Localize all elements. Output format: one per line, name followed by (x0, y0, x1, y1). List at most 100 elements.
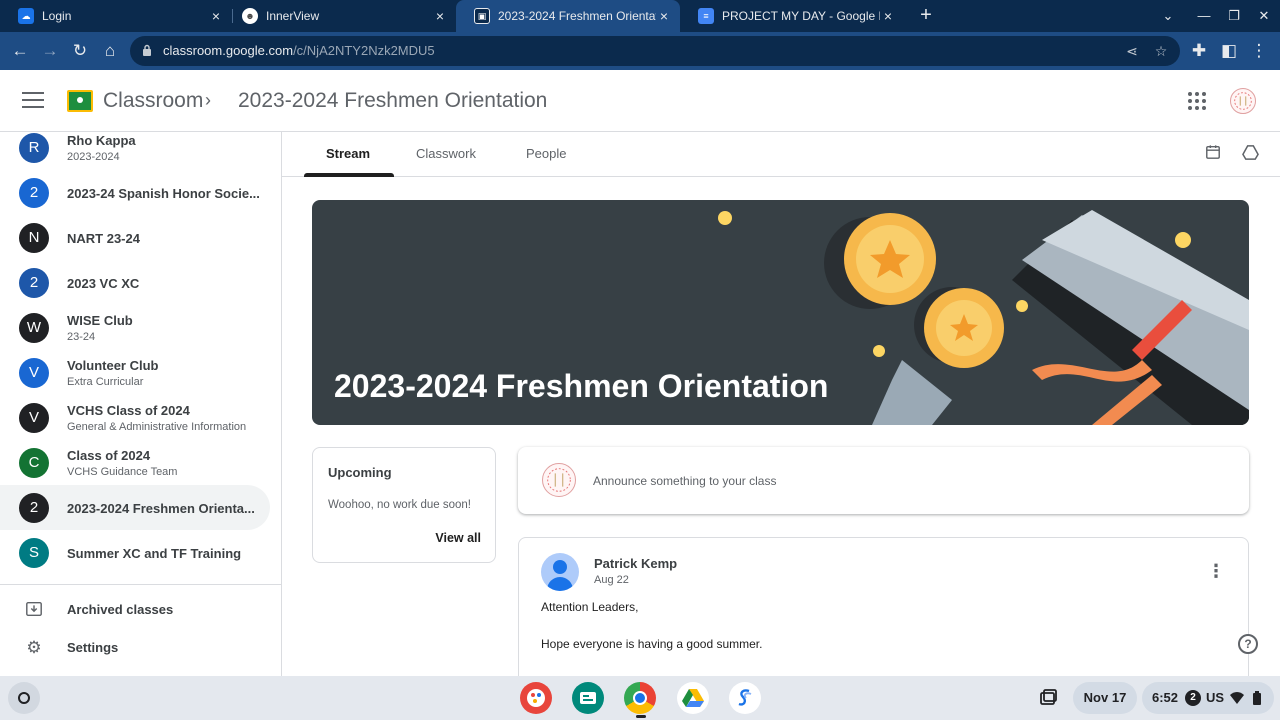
avatar-image (1234, 92, 1252, 110)
announce-placeholder[interactable]: Announce something to your class (593, 474, 776, 488)
close-icon[interactable]: × (208, 8, 224, 24)
tab-classwork[interactable]: Classwork (416, 146, 476, 161)
class-initial-avatar: V (19, 358, 49, 388)
address-bar[interactable]: classroom.google.com/c/NjA2NTY2Nzk2MDU5 … (130, 36, 1180, 66)
new-tab-button[interactable]: + (914, 4, 938, 28)
google-drive-icon[interactable] (677, 682, 709, 714)
sidebar-item-settings[interactable]: ⚙ Settings (0, 629, 281, 667)
forward-icon[interactable]: → (37, 38, 63, 64)
side-panel-icon[interactable]: ◧ (1216, 38, 1242, 64)
status-tray[interactable]: 6:52 2 US (1142, 682, 1274, 714)
tab-search-chevron-icon[interactable]: ⌄ (1152, 0, 1184, 32)
notification-count-badge: 2 (1185, 690, 1201, 706)
tab-title: InnerView (266, 9, 320, 23)
archived-classes-label: Archived classes (67, 602, 174, 617)
class-name: 2023-2024 Freshmen Orienta... (67, 501, 255, 516)
post-author: Patrick Kemp (594, 556, 678, 571)
tab-people[interactable]: People (526, 146, 566, 161)
classroom-app-icon[interactable] (572, 682, 604, 714)
cloud-icon: ☁ (18, 8, 34, 24)
tab-stream[interactable]: Stream (326, 146, 370, 161)
sidebar-class-freshmen-orientation[interactable]: 2 2023-2024 Freshmen Orienta... (0, 485, 270, 530)
minimize-icon[interactable]: — (1188, 0, 1220, 32)
post-body-line: Attention Leaders, (541, 600, 639, 614)
launcher-icon[interactable] (8, 682, 40, 714)
more-options-icon[interactable]: ⋮ (1206, 562, 1226, 582)
archive-icon (24, 600, 44, 620)
browser-menu-icon[interactable]: ⋮ (1246, 38, 1272, 64)
battery-icon (1253, 691, 1261, 705)
bookmark-star-icon[interactable]: ☆ (1150, 40, 1172, 62)
back-icon[interactable]: ← (7, 38, 33, 64)
sidebar: R Rho Kappa 2023-2024 2 2023-24 Spanish … (0, 132, 282, 676)
help-icon[interactable]: ? (1238, 634, 1258, 654)
account-avatar[interactable] (1230, 88, 1256, 114)
date-tray[interactable]: Nov 17 (1073, 682, 1137, 714)
post-body-line: Hope everyone is having a good summer. (541, 637, 763, 651)
class-subtitle: 2023-2024 (67, 151, 120, 163)
tab-title: 2023-2024 Freshmen Orientation (498, 9, 656, 23)
class-name: Summer XC and TF Training (67, 546, 242, 561)
extensions-icon[interactable]: ✚ (1186, 38, 1212, 64)
chrome-icon[interactable] (624, 682, 656, 714)
main-menu-icon[interactable] (22, 92, 44, 110)
class-name: NART 23-24 (67, 231, 140, 246)
stream-post: Patrick Kemp Aug 22 ⋮ Attention Leaders,… (518, 537, 1249, 676)
input-locale: US (1206, 690, 1225, 705)
paint-app-icon[interactable] (520, 682, 552, 714)
class-name: 2023-24 Spanish Honor Socie... (67, 186, 260, 201)
class-initial-avatar: W (19, 313, 49, 343)
sidebar-class-class-of-2024[interactable]: C Class of 2024 VCHS Guidance Team (0, 440, 270, 485)
sidebar-class-vchs-class-of-2024[interactable]: V VCHS Class of 2024 General & Administr… (0, 395, 270, 440)
browser-tab-docs[interactable]: ≡ PROJECT MY DAY - Google Docs × (680, 0, 904, 32)
class-banner: 2023-2024 Freshmen Orientation (312, 200, 1249, 425)
sidebar-class-wise-club[interactable]: W WISE Club 23-24 (0, 305, 270, 350)
announce-box[interactable]: Announce something to your class (518, 447, 1249, 514)
app-header: Classroom › 2023-2024 Freshmen Orientati… (0, 70, 1280, 132)
upcoming-card: Upcoming Woohoo, no work due soon! View … (312, 447, 496, 563)
browser-tab-login[interactable]: ☁ Login × (0, 0, 232, 32)
class-tabs: Stream Classwork People (282, 132, 1280, 177)
browser-tab-innerview[interactable]: ☻ InnerView × (224, 0, 456, 32)
sidebar-class-summer-xc-tf[interactable]: S Summer XC and TF Training (0, 530, 270, 575)
calendar-icon[interactable] (1202, 144, 1224, 166)
restore-icon[interactable]: ❐ (1218, 0, 1250, 32)
page-title: 2023-2024 Freshmen Orientation (238, 89, 548, 112)
view-all-link[interactable]: View all (435, 531, 481, 545)
sidebar-class-nart[interactable]: N NART 23-24 (0, 215, 270, 260)
class-initial-avatar: 2 (19, 268, 49, 298)
class-name: Class of 2024 (67, 448, 151, 463)
reload-icon[interactable]: ↻ (67, 38, 93, 64)
sidebar-divider (0, 584, 281, 585)
close-icon[interactable]: × (880, 8, 896, 24)
window-close-icon[interactable]: ✕ (1248, 0, 1280, 32)
drive-folder-icon[interactable] (1239, 144, 1261, 166)
gear-icon: ⚙ (26, 638, 42, 657)
home-icon[interactable]: ⌂ (97, 38, 123, 64)
browser-tab-strip: ☁ Login × ☻ InnerView × ▣ 2023-2024 Fres… (0, 0, 1280, 32)
user-avatar (542, 463, 576, 497)
app-name[interactable]: Classroom (103, 89, 203, 113)
wifi-icon (1230, 692, 1244, 704)
breadcrumb-chevron-icon: › (205, 90, 211, 110)
class-name: VCHS Class of 2024 (67, 403, 190, 418)
url-text[interactable]: classroom.google.com/c/NjA2NTY2Nzk2MDU5 (163, 43, 435, 58)
browser-toolbar: ← → ↻ ⌂ classroom.google.com/c/NjA2NTY2N… (0, 32, 1280, 70)
overview-icon[interactable] (1032, 682, 1064, 714)
close-icon[interactable]: × (656, 8, 672, 24)
sidebar-class-spanish-honor[interactable]: 2 2023-24 Spanish Honor Socie... (0, 170, 270, 215)
browser-tab-classroom[interactable]: ▣ 2023-2024 Freshmen Orientation × (456, 0, 680, 32)
sidebar-item-archived[interactable]: Archived classes (0, 591, 281, 629)
main-content: Stream Classwork People 2023-2024 Freshm… (282, 132, 1280, 676)
running-indicator (636, 715, 646, 718)
sidebar-class-rho-kappa[interactable]: R Rho Kappa 2023-2024 (0, 132, 270, 170)
sidebar-class-volunteer-club[interactable]: V Volunteer Club Extra Curricular (0, 350, 270, 395)
securly-icon[interactable] (729, 682, 761, 714)
innerview-icon: ☻ (242, 8, 258, 24)
classroom-logo-icon[interactable] (67, 90, 93, 112)
classroom-favicon-icon: ▣ (474, 8, 490, 24)
close-icon[interactable]: × (432, 8, 448, 24)
google-apps-icon[interactable] (1188, 92, 1206, 110)
share-icon[interactable]: ⋖ (1121, 40, 1143, 62)
sidebar-class-vc-xc[interactable]: 2 2023 VC XC (0, 260, 270, 305)
